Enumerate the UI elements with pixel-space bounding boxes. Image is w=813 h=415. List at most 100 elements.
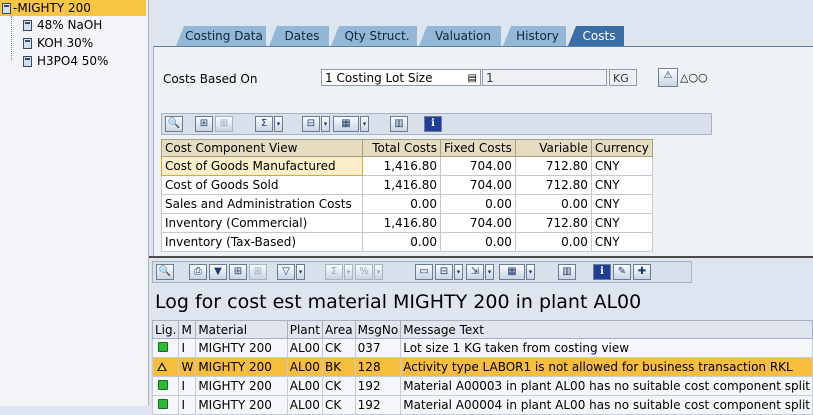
table-row[interactable]: Cost of Goods Manufactured 1,416.80 704.… (161, 156, 653, 176)
costs-tab-panel: Costs Based On 1 Costing Lot Size ▤ 1 KG… (153, 46, 813, 257)
filter-icon[interactable]: ▼ (209, 264, 227, 280)
cell-total: 0.00 (362, 194, 441, 214)
tree-root-item[interactable]: -MIGHTY 200 (0, 0, 146, 16)
cell-view[interactable]: Inventory (Tax-Based) (161, 232, 363, 252)
col-header[interactable]: Variable (514, 139, 592, 157)
sort-dropdown-icon[interactable]: ▾ (296, 264, 305, 280)
document-icon[interactable]: ▭ (415, 264, 433, 280)
calculator-icon (2, 3, 11, 14)
table-row[interactable]: Sales and Administration Costs 0.00 0.00… (161, 194, 653, 214)
cell-type: I (178, 376, 197, 396)
layout-dropdown-icon[interactable]: ▾ (454, 264, 463, 280)
tab-qty-struct[interactable]: Qty Struct. (331, 26, 417, 46)
print-icon[interactable]: ⎙ (189, 264, 207, 280)
spreadsheet-dropdown-icon[interactable]: ▾ (526, 264, 535, 280)
cell-view[interactable]: Cost of Goods Manufactured (161, 156, 363, 176)
export-icon[interactable]: ⇲ (466, 264, 484, 280)
col-header[interactable]: MsgNo (354, 320, 402, 339)
sum-icon[interactable]: Σ (255, 116, 273, 132)
cell-area: CK (321, 395, 356, 415)
green-light-icon (158, 380, 168, 390)
col-header[interactable]: M (178, 320, 197, 339)
cost-component-table: Cost Component View Total Costs Fixed Co… (161, 139, 653, 252)
cell-msgno: 128 (354, 357, 402, 377)
cell-view[interactable]: Cost of Goods Sold (161, 175, 363, 195)
cell-fixed: 704.00 (440, 156, 516, 176)
info-icon[interactable]: i (424, 116, 442, 132)
col-header[interactable]: Plant (286, 320, 323, 339)
cell-fixed: 704.00 (440, 213, 516, 233)
warning-log-icon[interactable]: ⚠ (658, 68, 678, 87)
info-icon[interactable]: i (593, 264, 611, 280)
export-dropdown-icon[interactable]: ▾ (360, 116, 369, 132)
cell-type: W (178, 357, 197, 377)
edit-document-icon[interactable]: ✎ (613, 264, 631, 280)
graphic-icon[interactable]: ▥ (390, 116, 408, 132)
sum-dropdown-icon[interactable]: ▾ (274, 116, 283, 132)
dropdown-icon: ▤ (467, 73, 477, 84)
zoom-icon[interactable]: 🔍 (156, 264, 174, 280)
cell-view[interactable]: Inventory (Commercial) (161, 213, 363, 233)
cell-currency: CNY (590, 213, 653, 233)
zoom-icon[interactable]: 🔍 (165, 116, 183, 132)
col-header[interactable]: Total Costs (362, 139, 441, 157)
find-icon[interactable]: ⊞ (229, 264, 247, 280)
green-light-icon (158, 399, 168, 409)
layout-icon[interactable]: ⊟ (435, 264, 453, 280)
tree-child-item[interactable]: H3PO4 50% (23, 53, 108, 69)
cell-view[interactable]: Sales and Administration Costs (161, 194, 363, 214)
table-row[interactable]: I MIGHTY 200 AL00 CK 037 Lot size 1 KG t… (151, 338, 813, 358)
traffic-light-icon: △○○ (680, 71, 708, 84)
costing-structure-tree: -MIGHTY 200 48% NaOH KOH 30% H3PO4 50% (0, 0, 149, 406)
table-row[interactable]: Cost of Goods Sold 1,416.80 704.00 712.8… (161, 175, 653, 195)
cell-total: 1,416.80 (362, 175, 441, 195)
calculator-icon (23, 38, 32, 49)
export-dropdown-icon[interactable]: ▾ (485, 264, 494, 280)
table-row[interactable]: Inventory (Tax-Based) 0.00 0.00 0.00 CNY (161, 232, 653, 252)
col-header[interactable]: Message Text (400, 320, 813, 339)
tab-costs[interactable]: Costs (568, 26, 624, 46)
sort-icon[interactable]: ▽ (277, 264, 295, 280)
tab-valuation[interactable]: Valuation (419, 26, 501, 46)
tab-history[interactable]: History (503, 26, 566, 46)
cell-variable: 0.00 (514, 232, 592, 252)
col-header[interactable]: Area (321, 320, 356, 339)
table-row[interactable]: W MIGHTY 200 AL00 BK 128 Activity type L… (151, 357, 813, 377)
subtotal-icon: % (355, 264, 373, 280)
tree-child-item[interactable]: KOH 30% (23, 35, 93, 51)
table-row[interactable]: Inventory (Commercial) 1,416.80 704.00 7… (161, 213, 653, 233)
table-row[interactable]: I MIGHTY 200 AL00 CK 192 Material A00004… (151, 395, 813, 415)
graphic-icon[interactable]: ▥ (558, 264, 576, 280)
find-icon[interactable]: ⊞ (195, 116, 213, 132)
tree-root-node[interactable]: -MIGHTY 200 (2, 0, 91, 16)
cell-message: Material A00004 in plant AL00 has no sui… (400, 395, 813, 415)
cell-plant: AL00 (286, 357, 323, 377)
tab-costing-data[interactable]: Costing Data (176, 26, 266, 46)
layout-dropdown-icon[interactable]: ▾ (321, 116, 330, 132)
cell-message: Material A00003 in plant AL00 has no sui… (400, 376, 813, 396)
cell-currency: CNY (590, 156, 653, 176)
cell-variable: 0.00 (514, 194, 592, 214)
sum-icon: Σ (325, 264, 343, 280)
cell-type: I (178, 338, 197, 358)
tree-child-label: 48% NaOH (37, 18, 103, 32)
spreadsheet-icon[interactable]: ▦ (499, 264, 525, 280)
add-icon[interactable]: ✚ (633, 264, 651, 280)
col-header[interactable]: Currency (590, 139, 653, 157)
cell-material: MIGHTY 200 (195, 395, 288, 415)
green-light-icon (158, 342, 168, 352)
cell-currency: CNY (590, 232, 653, 252)
col-header[interactable]: Material (195, 320, 288, 339)
export-icon[interactable]: ▦ (333, 116, 359, 132)
message-log-table: Lig. M Material Plant Area MsgNo Message… (151, 320, 813, 415)
col-header[interactable]: Lig. (151, 320, 180, 339)
col-header[interactable]: Fixed Costs (440, 139, 516, 157)
cell-area: CK (321, 376, 356, 396)
tree-child-item[interactable]: 48% NaOH (23, 17, 102, 33)
table-header-row: Cost Component View Total Costs Fixed Co… (161, 139, 653, 157)
layout-icon[interactable]: ⊟ (302, 116, 320, 132)
table-row[interactable]: I MIGHTY 200 AL00 CK 192 Material A00003… (151, 376, 813, 396)
col-header[interactable]: Cost Component View (161, 139, 363, 157)
tab-dates[interactable]: Dates (269, 26, 329, 46)
lot-size-dropdown[interactable]: 1 Costing Lot Size ▤ (321, 69, 481, 86)
